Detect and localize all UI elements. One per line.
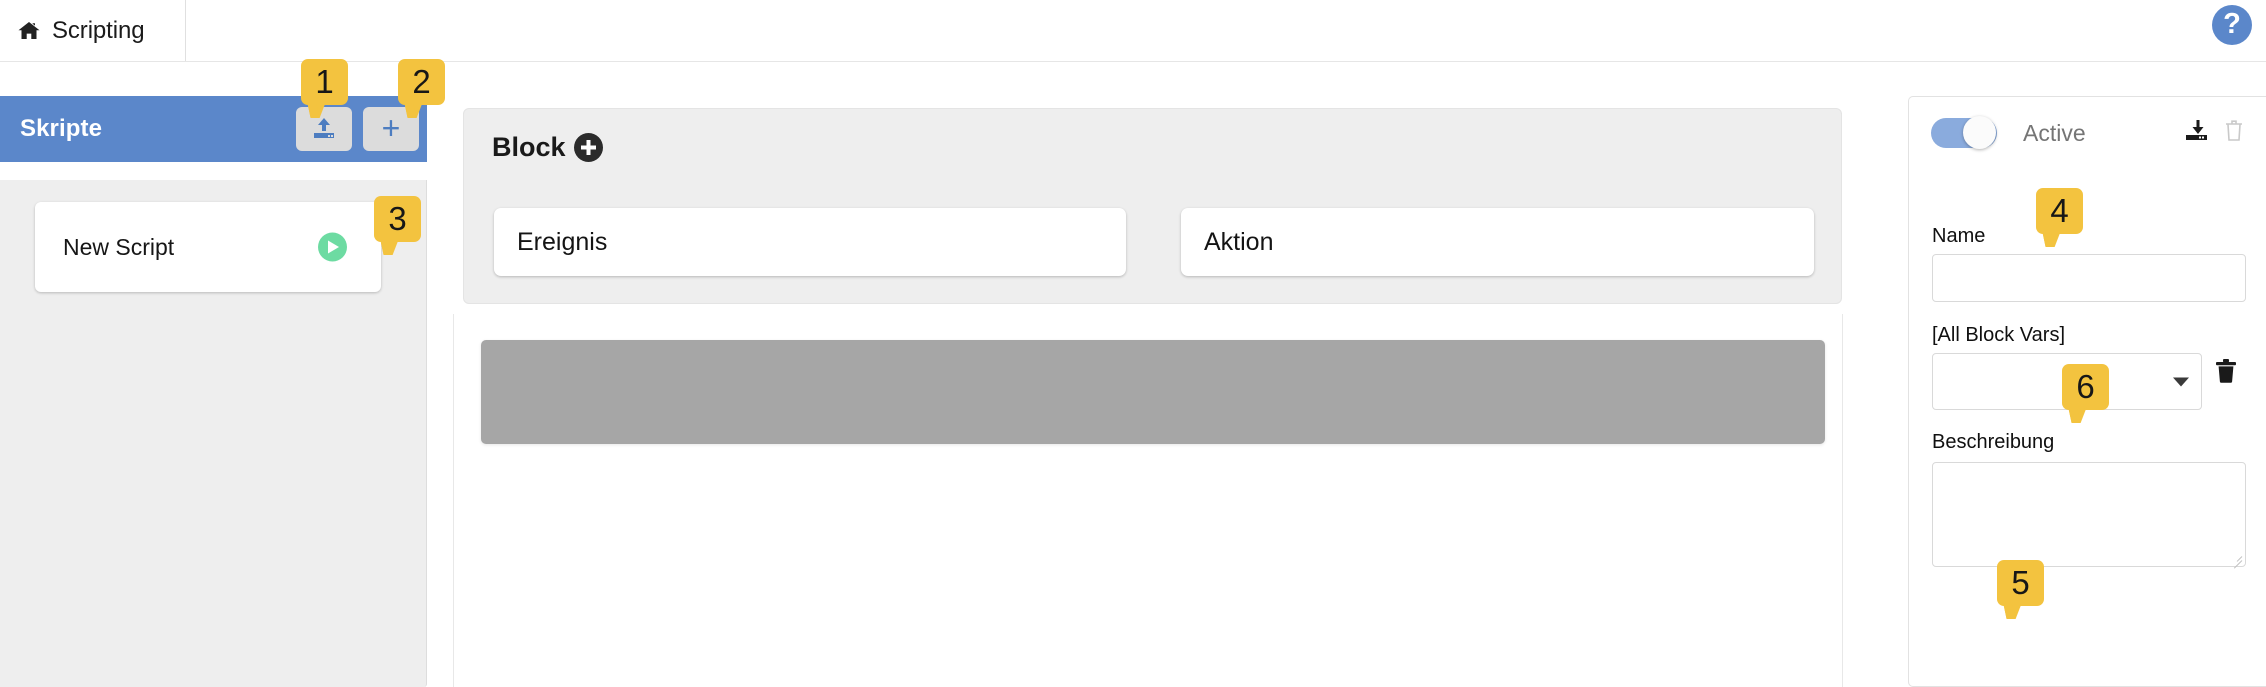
callout-marker-1: 1 bbox=[301, 59, 348, 105]
description-field-label: Beschreibung bbox=[1932, 431, 2055, 453]
name-field-label: Name bbox=[1932, 225, 1986, 247]
upload-icon bbox=[311, 117, 337, 141]
properties-icon-group bbox=[2184, 119, 2244, 148]
script-name: New Script bbox=[63, 233, 175, 260]
toggle-knob bbox=[1963, 116, 1996, 149]
block-vars-label: [All Block Vars] bbox=[1932, 324, 2065, 346]
resize-handle-icon[interactable] bbox=[2229, 551, 2243, 569]
block-vars-delete-icon[interactable] bbox=[2215, 358, 2237, 388]
sidebar-title: Skripte bbox=[20, 115, 103, 142]
name-input[interactable] bbox=[1932, 254, 2246, 302]
plus-icon: + bbox=[381, 109, 401, 146]
home-icon bbox=[17, 19, 41, 43]
breadcrumb-label: Scripting bbox=[52, 16, 145, 44]
callout-marker-5: 5 bbox=[1997, 560, 2044, 606]
action-slot[interactable]: Aktion bbox=[1181, 208, 1814, 276]
action-slot-label: Aktion bbox=[1204, 227, 1274, 256]
script-run-button[interactable] bbox=[318, 232, 347, 262]
callout-marker-2: 2 bbox=[398, 59, 445, 105]
block-placeholder[interactable] bbox=[481, 340, 1825, 444]
scripts-list-panel: New Script bbox=[0, 180, 427, 687]
block-panel-header: Block bbox=[492, 132, 603, 163]
block-panel-title: Block bbox=[492, 132, 566, 162]
callout-marker-4: 4 bbox=[2036, 188, 2083, 234]
event-slot[interactable]: Ereignis bbox=[494, 208, 1126, 276]
callout-marker-6: 6 bbox=[2062, 364, 2109, 410]
top-bar: Scripting ? bbox=[0, 0, 2266, 62]
list-item[interactable]: New Script bbox=[35, 202, 381, 292]
active-toggle-row: Active bbox=[1909, 97, 2266, 169]
help-button[interactable]: ? bbox=[2212, 5, 2252, 45]
play-icon bbox=[326, 240, 339, 254]
scripts-sidebar: Skripte + New Script bbox=[0, 96, 427, 687]
trash-icon[interactable] bbox=[2224, 119, 2244, 147]
download-icon[interactable] bbox=[2184, 119, 2209, 148]
chevron-down-icon bbox=[2173, 377, 2189, 386]
plus-circle-icon bbox=[580, 139, 597, 156]
active-toggle-label: Active bbox=[2023, 119, 2086, 146]
callout-marker-3: 3 bbox=[374, 196, 421, 242]
scripts-sidebar-header: Skripte + bbox=[0, 96, 427, 162]
breadcrumb[interactable]: Scripting bbox=[0, 0, 186, 61]
block-add-button[interactable] bbox=[573, 133, 603, 162]
active-toggle[interactable] bbox=[1931, 116, 1997, 149]
description-textarea[interactable] bbox=[1932, 462, 2246, 569]
event-slot-label: Ereignis bbox=[517, 227, 608, 256]
question-mark-icon: ? bbox=[2223, 7, 2241, 40]
